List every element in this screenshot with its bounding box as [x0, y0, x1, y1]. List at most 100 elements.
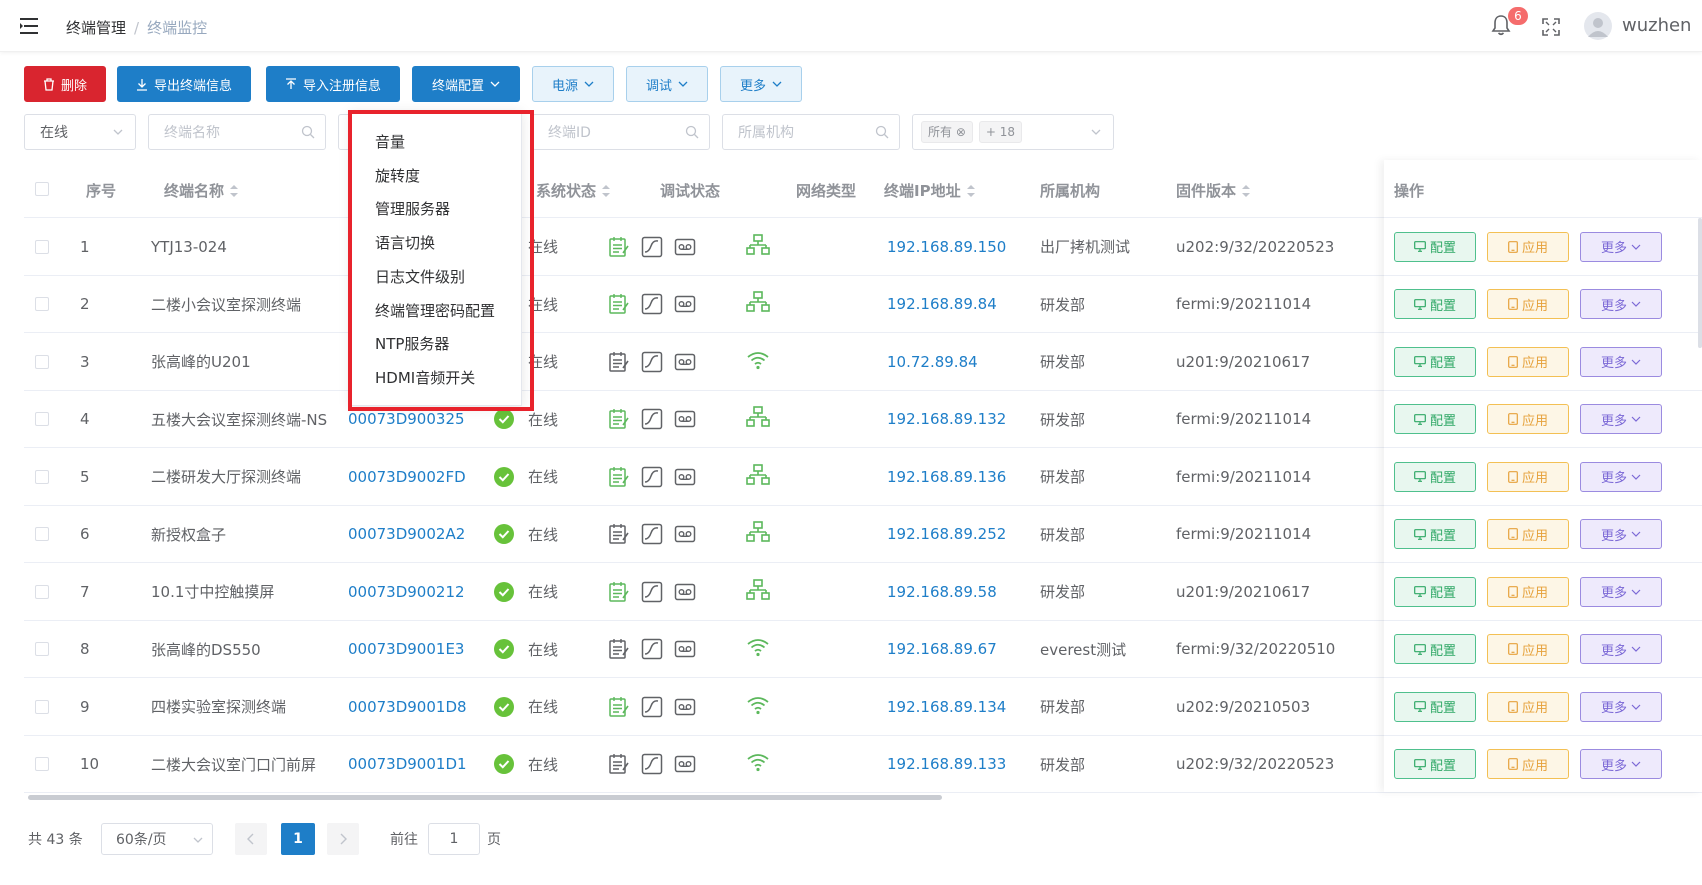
row-ip-address[interactable]: 192.168.89.132: [887, 391, 1006, 448]
avatar[interactable]: [1584, 12, 1612, 40]
row-checkbox[interactable]: [35, 678, 49, 735]
menu-item-terminal-password[interactable]: 终端管理密码配置: [375, 300, 495, 321]
row-ip-address[interactable]: 192.168.89.67: [887, 621, 997, 678]
chart-monitor-icon[interactable]: [641, 696, 663, 718]
menu-item-ntp-server[interactable]: NTP服务器: [375, 333, 449, 354]
log-file-icon[interactable]: [608, 523, 630, 545]
config-button[interactable]: 配置: [1394, 576, 1476, 607]
page-number-current[interactable]: 1: [281, 823, 315, 855]
chart-monitor-icon[interactable]: [641, 351, 663, 373]
row-checkbox[interactable]: [35, 736, 49, 793]
record-tape-icon[interactable]: [674, 753, 696, 775]
menu-item-rotation[interactable]: 旋转度: [375, 165, 420, 186]
record-tape-icon[interactable]: [674, 638, 696, 660]
row-checkbox[interactable]: [35, 218, 49, 275]
power-dropdown-button[interactable]: 电源: [532, 66, 614, 102]
chart-monitor-icon[interactable]: [641, 408, 663, 430]
row-terminal-id[interactable]: 00073D9002A2: [348, 506, 465, 563]
chart-monitor-icon[interactable]: [641, 753, 663, 775]
row-more-button[interactable]: 更多: [1580, 231, 1662, 262]
terminal-id-input[interactable]: 终端ID: [532, 114, 710, 150]
horizontal-scrollbar[interactable]: [28, 795, 942, 800]
chart-monitor-icon[interactable]: [641, 293, 663, 315]
log-file-icon[interactable]: [608, 408, 630, 430]
row-more-button[interactable]: 更多: [1580, 289, 1662, 319]
menu-item-language-switch[interactable]: 语言切换: [375, 232, 435, 253]
row-more-button[interactable]: 更多: [1580, 634, 1662, 664]
apply-button[interactable]: 应用: [1487, 576, 1569, 607]
row-ip-address[interactable]: 192.168.89.150: [887, 218, 1006, 275]
organization-input[interactable]: 所属机构: [722, 114, 900, 150]
row-checkbox[interactable]: [35, 506, 49, 563]
terminal-name-input[interactable]: 终端名称: [148, 114, 326, 150]
header-name[interactable]: 终端名称: [164, 180, 239, 201]
header-firmware[interactable]: 固件版本: [1176, 180, 1251, 201]
row-more-button[interactable]: 更多: [1580, 749, 1662, 779]
record-tape-icon[interactable]: [674, 293, 696, 315]
apply-button[interactable]: 应用: [1487, 749, 1569, 779]
config-button[interactable]: 配置: [1394, 289, 1476, 319]
apply-button[interactable]: 应用: [1487, 404, 1569, 434]
apply-button[interactable]: 应用: [1487, 231, 1569, 262]
apply-button[interactable]: 应用: [1487, 634, 1569, 664]
vertical-scrollbar[interactable]: [1698, 218, 1702, 348]
chart-monitor-icon[interactable]: [641, 523, 663, 545]
row-checkbox[interactable]: [35, 448, 49, 505]
row-more-button[interactable]: 更多: [1580, 576, 1662, 607]
tag-close-icon[interactable]: ⊗: [956, 125, 966, 139]
tag-all[interactable]: 所有 ⊗: [921, 121, 973, 143]
row-more-button[interactable]: 更多: [1580, 519, 1662, 549]
chart-monitor-icon[interactable]: [641, 466, 663, 488]
row-ip-address[interactable]: 192.168.89.252: [887, 506, 1006, 563]
row-terminal-id[interactable]: 00073D9001D8: [348, 678, 467, 735]
config-button[interactable]: 配置: [1394, 634, 1476, 664]
row-ip-address[interactable]: 192.168.89.58: [887, 563, 997, 620]
record-tape-icon[interactable]: [674, 523, 696, 545]
chart-monitor-icon[interactable]: [641, 638, 663, 660]
username[interactable]: wuzhen: [1622, 15, 1691, 36]
row-checkbox[interactable]: [35, 563, 49, 620]
row-more-button[interactable]: 更多: [1580, 404, 1662, 434]
config-button[interactable]: 配置: [1394, 461, 1476, 492]
row-terminal-id[interactable]: 00073D9002FD: [348, 448, 466, 505]
config-button[interactable]: 配置: [1394, 749, 1476, 779]
select-all-checkbox[interactable]: [35, 182, 49, 196]
menu-item-volume[interactable]: 音量: [375, 131, 405, 152]
config-button[interactable]: 配置: [1394, 404, 1476, 434]
log-file-icon[interactable]: [608, 753, 630, 775]
apply-button[interactable]: 应用: [1487, 289, 1569, 319]
record-tape-icon[interactable]: [674, 236, 696, 258]
log-file-icon[interactable]: [608, 351, 630, 373]
breadcrumb-item-terminal-management[interactable]: 终端管理: [66, 19, 126, 37]
menu-toggle-icon[interactable]: [20, 17, 40, 35]
multi-tag-select[interactable]: 所有 ⊗ + 18: [912, 114, 1114, 150]
sort-icon[interactable]: [230, 185, 239, 197]
record-tape-icon[interactable]: [674, 351, 696, 373]
record-tape-icon[interactable]: [674, 466, 696, 488]
export-terminal-info-button[interactable]: 导出终端信息: [117, 66, 251, 102]
row-terminal-id[interactable]: 00073D900212: [348, 563, 465, 620]
next-page-button[interactable]: [327, 823, 359, 855]
apply-button[interactable]: 应用: [1487, 461, 1569, 492]
sort-icon[interactable]: [966, 185, 975, 197]
debug-dropdown-button[interactable]: 调试: [626, 66, 708, 102]
log-file-icon[interactable]: [608, 638, 630, 660]
record-tape-icon[interactable]: [674, 408, 696, 430]
row-more-button[interactable]: 更多: [1580, 691, 1662, 722]
config-button[interactable]: 配置: [1394, 231, 1476, 262]
log-file-icon[interactable]: [608, 293, 630, 315]
row-checkbox[interactable]: [35, 276, 49, 333]
log-file-icon[interactable]: [608, 466, 630, 488]
menu-item-management-server[interactable]: 管理服务器: [375, 198, 450, 219]
row-ip-address[interactable]: 192.168.89.136: [887, 448, 1006, 505]
header-system-status[interactable]: 系统状态: [536, 180, 611, 201]
row-checkbox[interactable]: [35, 391, 49, 448]
more-dropdown-button[interactable]: 更多: [720, 66, 802, 102]
chart-monitor-icon[interactable]: [641, 581, 663, 603]
row-more-button[interactable]: 更多: [1580, 461, 1662, 492]
menu-item-log-level[interactable]: 日志文件级别: [375, 266, 465, 287]
sort-icon[interactable]: [1242, 185, 1251, 197]
sort-icon[interactable]: [602, 185, 611, 197]
row-ip-address[interactable]: 192.168.89.84: [887, 276, 997, 333]
record-tape-icon[interactable]: [674, 696, 696, 718]
